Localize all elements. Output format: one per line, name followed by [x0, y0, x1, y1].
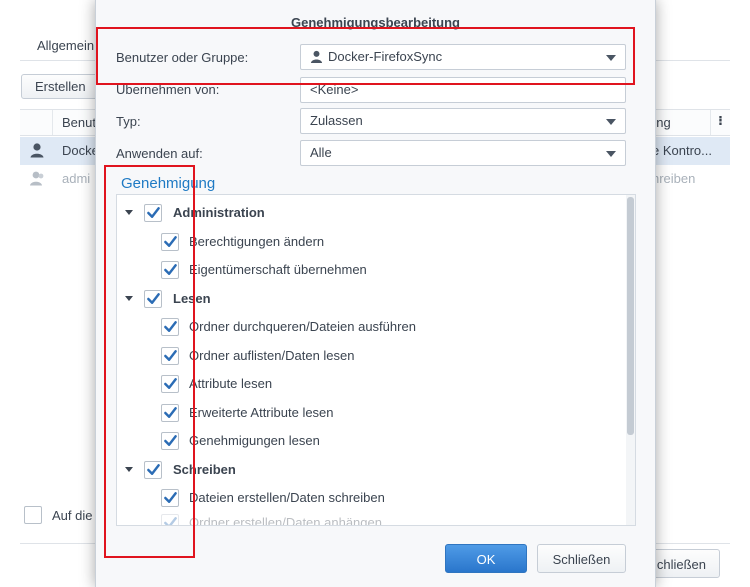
- permission-checkbox[interactable]: [144, 290, 162, 308]
- permission-checkbox[interactable]: [144, 204, 162, 222]
- permission-checkbox[interactable]: [144, 461, 162, 479]
- apply-to-label: Anwenden auf:: [116, 146, 203, 161]
- user-group-value: Docker-FirefoxSync: [328, 49, 443, 64]
- scrollbar-thumb[interactable]: [627, 197, 634, 435]
- permission-editor-dialog: Genehmigungsbearbeitung Benutzer oder Gr…: [95, 0, 656, 587]
- user-group-icon: [30, 171, 44, 186]
- expand-arrow-icon[interactable]: [125, 296, 133, 301]
- chevron-down-icon[interactable]: [606, 151, 616, 157]
- permission-checkbox[interactable]: [161, 318, 179, 336]
- apply-to-subfolders-checkbox[interactable]: [24, 506, 42, 524]
- permission-label: Eigentümerschaft übernehmen: [189, 262, 367, 277]
- permission-checkbox[interactable]: [161, 514, 179, 525]
- permission-label: Genehmigungen lesen: [189, 433, 320, 448]
- inherit-field: <Keine>: [300, 77, 626, 103]
- expand-arrow-icon[interactable]: [125, 467, 133, 472]
- permission-checkbox[interactable]: [161, 489, 179, 507]
- row-user-name: admi: [62, 171, 91, 186]
- permission-checkbox[interactable]: [161, 404, 179, 422]
- permission-checkbox[interactable]: [161, 347, 179, 365]
- type-label: Typ:: [116, 114, 141, 129]
- row-permission-text: e Kontro...: [652, 143, 712, 158]
- permission-label: Ordner durchqueren/Dateien ausführen: [189, 319, 416, 334]
- chevron-down-icon[interactable]: [606, 55, 616, 61]
- permission-label: Berechtigungen ändern: [189, 234, 325, 249]
- apply-to-subfolders-label: Auf die: [52, 508, 93, 523]
- user-icon: [310, 50, 323, 63]
- permission-checkbox[interactable]: [161, 432, 179, 450]
- type-value: Zulassen: [310, 113, 363, 128]
- permission-label: Dateien erstellen/Daten schreiben: [189, 490, 385, 505]
- row-user-name: Docke: [62, 143, 99, 158]
- user-group-label: Benutzer oder Gruppe:: [116, 50, 249, 65]
- inherit-label: Übernehmen von:: [116, 82, 220, 97]
- permission-group-label: Lesen: [173, 291, 211, 306]
- permission-label: Attribute lesen: [189, 376, 273, 391]
- ok-button[interactable]: OK: [445, 544, 527, 573]
- column-menu-icon[interactable]: ⁝: [710, 110, 730, 135]
- permission-checkbox[interactable]: [161, 375, 179, 393]
- dialog-title: Genehmigungsbearbeitung: [290, 15, 460, 30]
- permission-section-title: Genehmigung: [121, 175, 216, 192]
- apply-to-select[interactable]: Alle: [300, 140, 626, 166]
- permission-checkbox[interactable]: [161, 261, 179, 279]
- user-group-select[interactable]: Docker-FirefoxSync: [300, 44, 626, 70]
- column-header-user[interactable]: Benut: [52, 110, 96, 135]
- tab-general[interactable]: Allgemein: [37, 38, 94, 53]
- expand-arrow-icon[interactable]: [125, 210, 133, 215]
- permission-group-label: Administration: [173, 205, 265, 220]
- close-button[interactable]: Schließen: [537, 544, 626, 573]
- chevron-down-icon[interactable]: [606, 119, 616, 125]
- row-permission-text: hreiben: [652, 171, 696, 186]
- permission-label: Ordner auflisten/Daten lesen: [189, 348, 355, 363]
- permission-tree: Administration Berechtigungen ändern Eigen…: [116, 194, 636, 526]
- inherit-value: <Keine>: [310, 82, 359, 97]
- permission-label: Erweiterte Attribute lesen: [189, 405, 334, 420]
- permission-group-label: Schreiben: [173, 462, 236, 477]
- apply-to-value: Alle: [310, 145, 332, 160]
- user-icon: [30, 143, 44, 158]
- permission-label: Ordner erstellen/Daten anhängen: [189, 515, 382, 526]
- create-button[interactable]: Erstellen: [21, 74, 103, 99]
- permission-checkbox[interactable]: [161, 233, 179, 251]
- scrollbar[interactable]: [626, 195, 635, 525]
- type-select[interactable]: Zulassen: [300, 108, 626, 134]
